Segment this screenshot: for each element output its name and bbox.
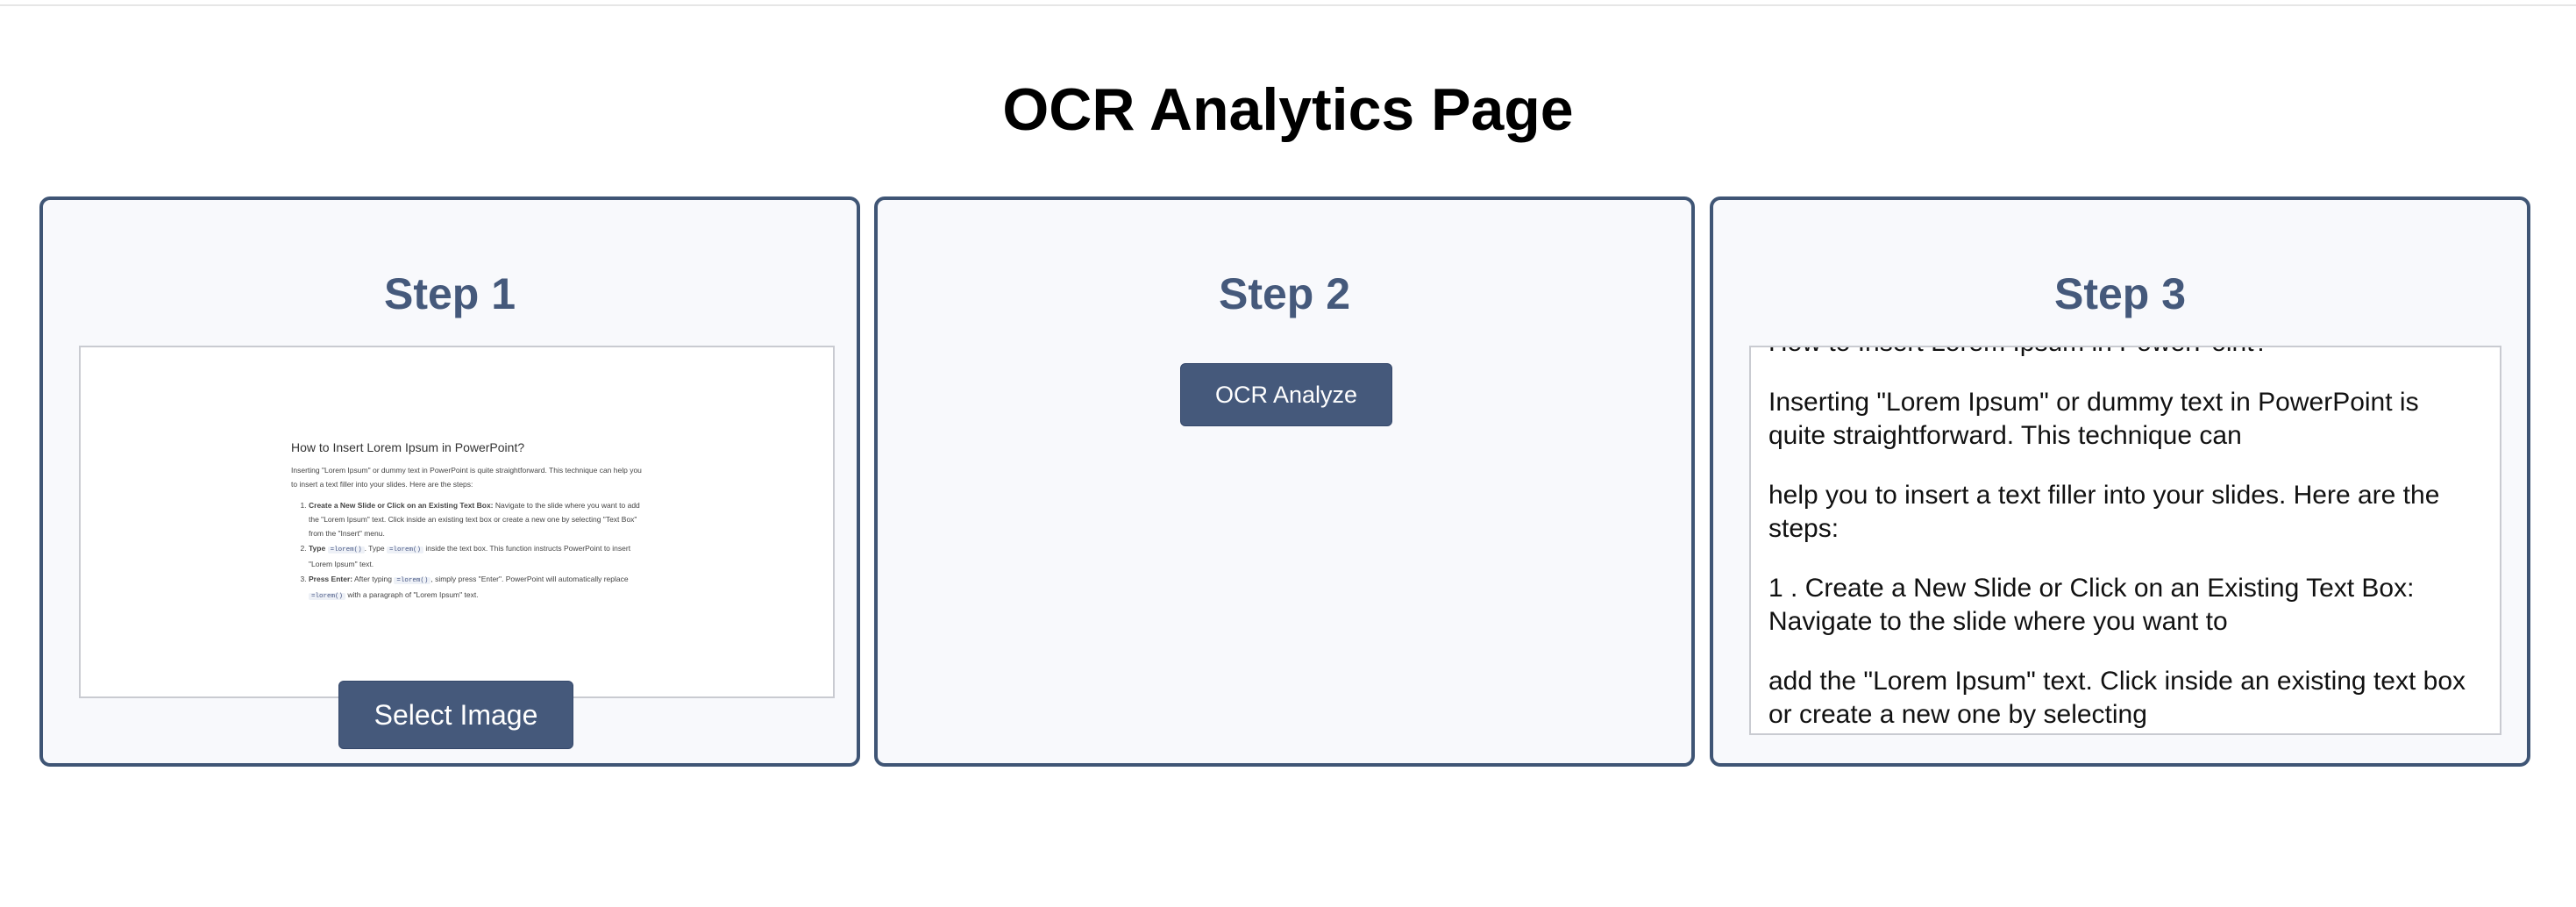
preview-doc-step: Create a New Slide or Click on an Existi… — [309, 498, 642, 540]
ocr-result-line: How to Insert Lorem Ipsum in PowerPoint? — [1768, 347, 2479, 360]
image-preview: How to Insert Lorem Ipsum in PowerPoint?… — [79, 346, 835, 698]
preview-doc-steps: Create a New Slide or Click on an Existi… — [291, 498, 642, 603]
ocr-result-line: add the "Lorem Ipsum" text. Click inside… — [1768, 667, 2466, 729]
ocr-result-text: How to Insert Lorem Ipsum in PowerPoint?… — [1768, 347, 2479, 733]
select-image-button[interactable]: Select Image — [338, 681, 573, 749]
preview-document: How to Insert Lorem Ipsum in PowerPoint?… — [291, 440, 642, 604]
ocr-result-line: help you to insert a text filler into yo… — [1768, 481, 2440, 543]
step-text: with a paragraph of "Lorem Ipsum" text. — [345, 590, 479, 599]
ocr-result-line: Inserting "Lorem Ipsum" or dummy text in… — [1768, 388, 2419, 450]
step-bold: Type — [309, 544, 326, 553]
preview-doc-step: Press Enter: After typing =lorem(), simp… — [309, 572, 642, 603]
ocr-result-textarea[interactable]: How to Insert Lorem Ipsum in PowerPoint?… — [1749, 346, 2501, 735]
step-code: =lorem() — [386, 546, 423, 553]
ocr-result-line: 1 . Create a New Slide or Click on an Ex… — [1768, 574, 2415, 636]
step-bold: Press Enter: — [309, 575, 353, 583]
top-divider — [0, 0, 2576, 6]
step1-heading: Step 1 — [383, 269, 516, 318]
preview-doc-step: Type =lorem(). Type =lorem() inside the … — [309, 541, 642, 571]
step-text: , simply press "Enter". PowerPoint will … — [431, 575, 629, 583]
step3-card: Step 3 How to Insert Lorem Ipsum in Powe… — [1710, 196, 2530, 767]
step-code: =lorem() — [327, 546, 365, 553]
step-code: =lorem() — [309, 593, 346, 600]
page-title: OCR Analytics Page — [1002, 76, 1574, 143]
step2-card: Step 2 OCR Analyze — [874, 196, 1695, 767]
step2-heading: Step 2 — [1218, 269, 1351, 318]
step-code: =lorem() — [394, 577, 431, 584]
step1-card: Step 1 How to Insert Lorem Ipsum in Powe… — [39, 196, 860, 767]
step-text: . Type — [364, 544, 387, 553]
step-text: After typing — [352, 575, 395, 583]
preview-doc-intro: Inserting "Lorem Ipsum" or dummy text in… — [291, 466, 642, 489]
ocr-analyze-button[interactable]: OCR Analyze — [1180, 363, 1392, 426]
step-bold: Create a New Slide or Click on an Existi… — [309, 501, 494, 510]
step3-heading: Step 3 — [2053, 269, 2187, 318]
preview-doc-title: How to Insert Lorem Ipsum in PowerPoint? — [291, 440, 525, 454]
